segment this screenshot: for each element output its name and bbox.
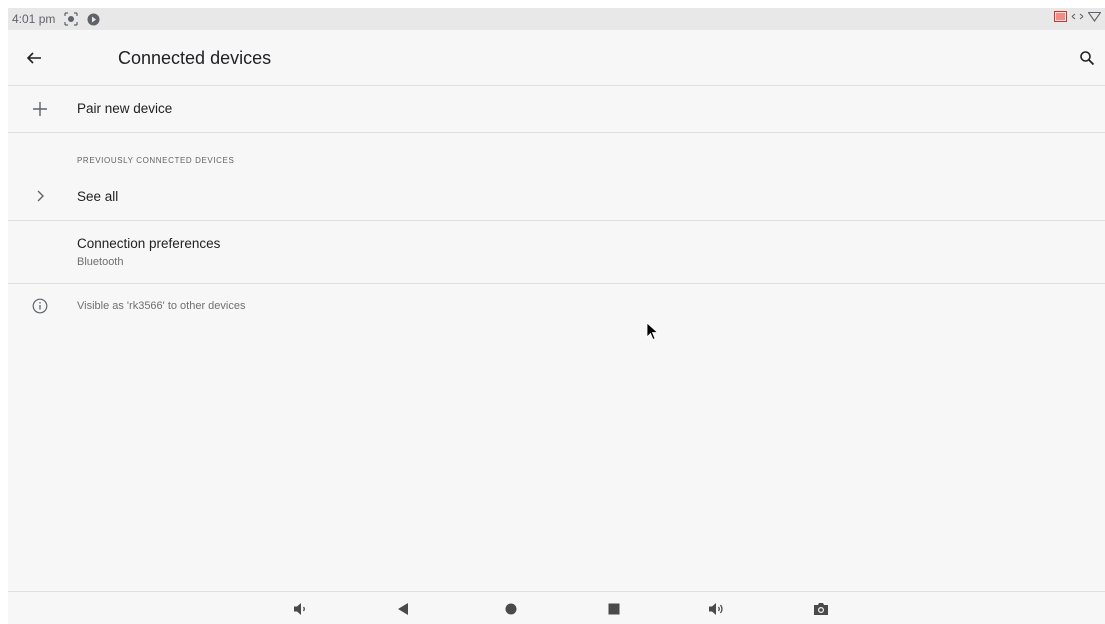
screen-record-icon (63, 12, 79, 26)
wifi-icon (1087, 11, 1102, 25)
connection-preferences-label: Connection preferences (77, 236, 221, 251)
search-button[interactable] (1073, 44, 1101, 72)
recents-icon (608, 603, 620, 615)
cast-icon (1054, 11, 1067, 25)
screenshot-button[interactable] (812, 600, 830, 618)
volume-up-button[interactable] (708, 600, 726, 618)
navigation-bar (8, 591, 1105, 624)
see-all-label: See all (77, 189, 119, 204)
back-icon (398, 603, 408, 615)
visibility-info-row: Visible as 'rk3566' to other devices (8, 284, 1105, 324)
pair-new-device-row[interactable]: Pair new device (8, 86, 1105, 132)
visibility-info-text: Visible as 'rk3566' to other devices (77, 300, 246, 312)
see-all-row[interactable]: See all (8, 178, 1105, 220)
section-title-previously-connected: PREVIOUSLY CONNECTED DEVICES (77, 156, 235, 165)
chevron-right-icon (26, 182, 54, 210)
connection-preferences-row[interactable]: Connection preferences Bluetooth (8, 221, 1105, 283)
app-bar: Connected devices (8, 30, 1105, 86)
status-bar: 4:01 pm (8, 8, 1105, 30)
arrow-left-icon (26, 52, 41, 64)
plus-icon (26, 95, 54, 123)
device-screen: 4:01 pm Connected devices Pair new devic… (8, 8, 1105, 624)
nav-back-button[interactable] (394, 600, 412, 618)
play-store-notification-icon (87, 13, 100, 26)
search-icon (1080, 51, 1095, 66)
mouse-pointer-icon (646, 322, 660, 347)
volume-up-icon (709, 603, 723, 615)
pair-new-device-label: Pair new device (77, 101, 173, 116)
info-icon (26, 292, 54, 320)
screenshot-icon (814, 603, 828, 615)
connection-preferences-summary: Bluetooth (77, 256, 124, 268)
home-button[interactable] (502, 600, 520, 618)
home-icon (505, 603, 517, 615)
status-time: 4:01 pm (12, 12, 56, 26)
data-transfer-icon (1071, 11, 1084, 25)
volume-down-button[interactable] (292, 600, 310, 618)
recents-button[interactable] (605, 600, 623, 618)
divider (8, 132, 1105, 133)
back-button[interactable] (20, 44, 48, 72)
volume-down-icon (294, 603, 305, 615)
page-title: Connected devices (118, 48, 272, 68)
